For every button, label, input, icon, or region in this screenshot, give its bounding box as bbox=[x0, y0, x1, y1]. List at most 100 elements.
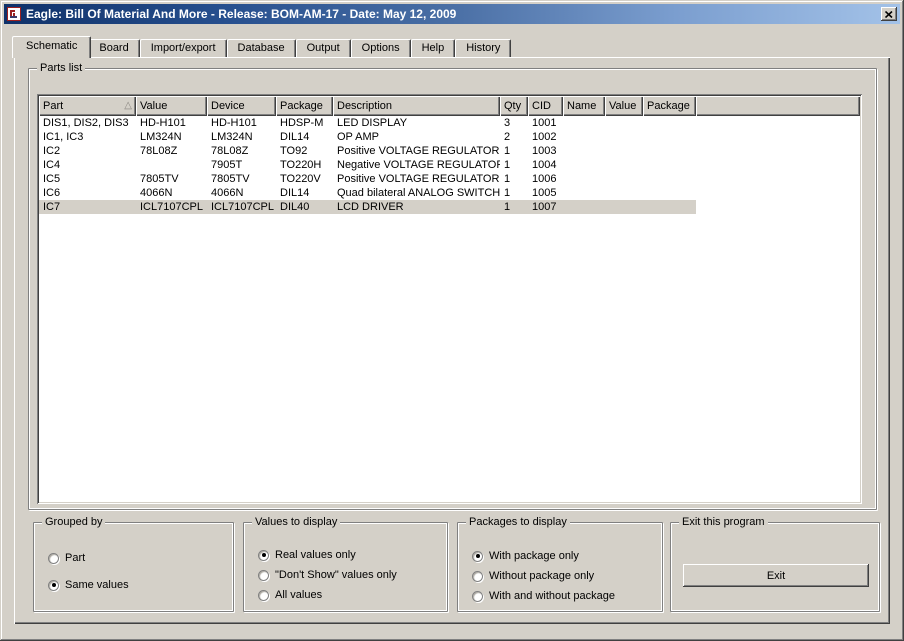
tab-import-export[interactable]: Import/export bbox=[139, 39, 227, 57]
cell-package: HDSP-M bbox=[280, 117, 324, 129]
table-row-ic5[interactable]: IC5 7805TV 7805TV TO220V Positive VOLTAGE RE… bbox=[39, 172, 696, 186]
window-title: Eagle: Bill Of Material And More - Relea… bbox=[26, 7, 457, 21]
cell-qty: 1 bbox=[504, 187, 511, 199]
table-row-ic6[interactable]: IC6 4066N 4066N DIL14 Quad bilateral ANALOG … bbox=[39, 186, 696, 200]
radio-option-real-values-only[interactable]: Real values only bbox=[258, 548, 441, 562]
radio-option-without-package-only[interactable]: Without package only bbox=[472, 569, 656, 583]
exit-group-label: Exit this program bbox=[679, 516, 768, 529]
exit-group: Exit this program Exit bbox=[670, 516, 880, 612]
cell-package: DIL40 bbox=[280, 201, 310, 213]
column-header-label: Part bbox=[43, 100, 64, 112]
cell-value: HD-H101 bbox=[140, 117, 186, 129]
cell-package2 bbox=[643, 116, 696, 130]
radio-label: Same values bbox=[65, 579, 129, 591]
cell-description: Positive VOLTAGE REGULATOR bbox=[337, 173, 500, 185]
close-icon bbox=[885, 10, 893, 18]
cell-cid: 1007 bbox=[532, 201, 557, 213]
column-header-label: Device bbox=[211, 100, 245, 112]
radio-checked-icon[interactable] bbox=[258, 549, 269, 561]
cell-part: IC1, IC3 bbox=[43, 131, 84, 143]
title-bar[interactable]: Eagle: Bill Of Material And More - Relea… bbox=[4, 4, 900, 24]
table-row-ic7[interactable]: IC7 ICL7107CPL ICL7107CPL DIL40 LCD DRIVER 1 1… bbox=[39, 200, 696, 214]
cell-part: DIS1, DIS2, DIS3 bbox=[43, 117, 129, 129]
column-header-name-2[interactable]: Name bbox=[563, 96, 605, 116]
radio-unchecked-icon[interactable] bbox=[472, 570, 483, 582]
cell-name bbox=[563, 200, 605, 214]
column-header-value[interactable]: Value bbox=[136, 96, 207, 116]
cell-qty: 2 bbox=[504, 131, 511, 143]
packages-to-display-group-label: Packages to display bbox=[466, 516, 570, 529]
cell-cid: 1002 bbox=[532, 131, 557, 143]
tab-label: Schematic bbox=[26, 40, 78, 52]
radio-option-don-t-show-values-only[interactable]: "Don't Show" values only bbox=[258, 568, 441, 582]
cell-description: Quad bilateral ANALOG SWITCH bbox=[337, 187, 500, 199]
cell-device: LM324N bbox=[211, 131, 253, 143]
cell-value: 4066N bbox=[140, 187, 173, 199]
close-button[interactable] bbox=[881, 7, 897, 21]
cell-cid: 1006 bbox=[532, 173, 557, 185]
tab-options[interactable]: Options bbox=[350, 39, 411, 57]
radio-option-with-and-without-package[interactable]: With and without package bbox=[472, 589, 656, 603]
radio-option-with-package-only[interactable]: With package only bbox=[472, 549, 656, 563]
tab-database[interactable]: Database bbox=[226, 39, 296, 57]
tab-output[interactable]: Output bbox=[295, 39, 351, 57]
cell-description: Negative VOLTAGE REGULATOR bbox=[337, 159, 500, 171]
grouped-by-group-label: Grouped by bbox=[42, 516, 106, 529]
parts-list-group-label: Parts list bbox=[37, 62, 86, 75]
radio-unchecked-icon[interactable] bbox=[258, 569, 269, 581]
cell-part: IC4 bbox=[43, 159, 61, 171]
tab-board[interactable]: Board bbox=[89, 39, 140, 57]
column-header-device[interactable]: Device bbox=[207, 96, 276, 116]
tab-bar: Schematic Board Import/export Database Outpu… bbox=[12, 36, 890, 58]
table-row-ic1-ic3[interactable]: IC1, IC3 LM324N LM324N DIL14 OP AMP 2 1002 bbox=[39, 130, 696, 144]
column-header-value-2[interactable]: Value bbox=[605, 96, 643, 116]
sort-ascending-icon: △ bbox=[124, 100, 132, 111]
radio-option-all-values[interactable]: All values bbox=[258, 588, 441, 602]
values-to-display-group: Values to display Real values only "Don't… bbox=[243, 516, 448, 612]
column-header-package[interactable]: Package bbox=[276, 96, 333, 116]
column-header-qty[interactable]: Qty bbox=[500, 96, 528, 116]
radio-option-same-values[interactable]: Same values bbox=[48, 578, 227, 592]
column-header-package-2[interactable]: Package bbox=[643, 96, 696, 116]
cell-qty: 1 bbox=[504, 145, 511, 157]
cell-cid: 1001 bbox=[532, 117, 557, 129]
radio-unchecked-icon[interactable] bbox=[472, 590, 483, 602]
cell-qty: 3 bbox=[504, 117, 511, 129]
table-row-ic2[interactable]: IC2 78L08Z 78L08Z TO92 Positive VOLTAGE REGU… bbox=[39, 144, 696, 158]
cell-description: LCD DRIVER bbox=[337, 201, 404, 213]
cell-package: DIL14 bbox=[280, 131, 310, 143]
column-header-filler bbox=[696, 96, 860, 116]
cell-value2 bbox=[605, 116, 643, 130]
column-header-label: Package bbox=[280, 100, 323, 112]
exit-button[interactable]: Exit bbox=[683, 564, 869, 587]
parts-list-table[interactable]: Part △ Value Device Package Description Qty CID… bbox=[37, 94, 862, 504]
cell-qty: 1 bbox=[504, 159, 511, 171]
cell-package2 bbox=[643, 186, 696, 200]
column-header-label: CID bbox=[532, 100, 551, 112]
column-header-part[interactable]: Part △ bbox=[39, 96, 136, 116]
cell-device: 4066N bbox=[211, 187, 244, 199]
radio-option-part[interactable]: Part bbox=[48, 551, 227, 565]
cell-value: 7805TV bbox=[140, 173, 179, 185]
application-window: Eagle: Bill Of Material And More - Relea… bbox=[0, 0, 904, 641]
cell-package: TO220H bbox=[280, 159, 322, 171]
column-header-label: Qty bbox=[504, 100, 522, 112]
tab-help[interactable]: Help bbox=[410, 39, 456, 57]
cell-value2 bbox=[605, 200, 643, 214]
tab-label: Database bbox=[237, 42, 285, 54]
radio-unchecked-icon[interactable] bbox=[48, 552, 59, 564]
column-header-description[interactable]: Description bbox=[333, 96, 500, 116]
cell-value2 bbox=[605, 144, 643, 158]
radio-checked-icon[interactable] bbox=[48, 579, 59, 591]
cell-name bbox=[563, 172, 605, 186]
table-row-dis1-dis2-dis3[interactable]: DIS1, DIS2, DIS3 HD-H101 HD-H101 HDSP-M LED … bbox=[39, 116, 696, 130]
tab-label: Help bbox=[421, 42, 445, 54]
radio-label: Real values only bbox=[275, 549, 356, 561]
table-row-ic4[interactable]: IC4 7905T TO220H Negative VOLTAGE REGULATOR… bbox=[39, 158, 696, 172]
tab-history[interactable]: History bbox=[455, 39, 512, 57]
column-header-label: Value bbox=[140, 100, 168, 112]
radio-unchecked-icon[interactable] bbox=[258, 589, 269, 601]
radio-checked-icon[interactable] bbox=[472, 550, 483, 562]
tab-schematic[interactable]: Schematic bbox=[12, 36, 92, 58]
column-header-cid[interactable]: CID bbox=[528, 96, 563, 116]
